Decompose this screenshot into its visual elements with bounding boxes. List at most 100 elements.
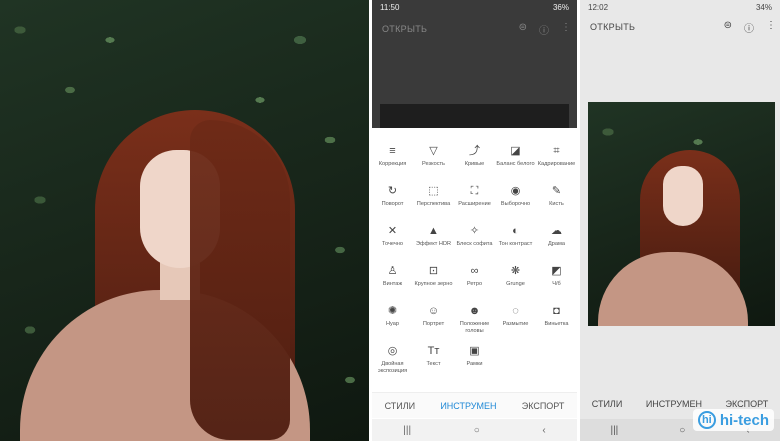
tab-export[interactable]: ЭКСПОРТ (726, 399, 769, 409)
system-nav-bar: ||| ○ ‹ (372, 419, 577, 441)
tools-grid: ≡ Коррекция ▽ Резкость ⤴ Кривые ◪ Баланс белого… (372, 128, 577, 384)
status-time: 11:50 (380, 2, 400, 12)
app-header: ОТКРЫТЬ ⊜ ⓘ ⋮ (372, 14, 577, 128)
tool-icon: ▽ (429, 144, 438, 157)
tool-item[interactable]: ⬚ Перспектива (413, 184, 454, 224)
tool-item[interactable]: ◪ Баланс белого (495, 144, 536, 184)
preview-photo (588, 102, 775, 326)
tool-icon: ◉ (510, 184, 521, 197)
tool-icon: ◎ (387, 344, 398, 357)
tool-item[interactable]: ✺ Нуар (372, 304, 413, 344)
status-bar: 11:50 36% (372, 0, 577, 14)
tool-item[interactable]: ☺ Портрет (413, 304, 454, 344)
info-icon[interactable]: ⓘ (539, 22, 549, 37)
recent-apps-icon[interactable]: ||| (610, 425, 618, 436)
tool-item[interactable]: ⌗ Кадрирование (536, 144, 577, 184)
status-battery: 36% (552, 2, 569, 12)
hair-front (190, 120, 290, 440)
tool-label: Ретро (466, 281, 483, 287)
tool-label: Виньетка (544, 321, 569, 327)
status-time-right: 12:02 (588, 2, 609, 12)
tool-icon: ▣ (469, 344, 480, 357)
tab-styles[interactable]: СТИЛИ (385, 401, 416, 411)
tool-item[interactable]: ⊡ Крупное зерно (413, 264, 454, 304)
tool-item[interactable]: ▽ Резкость (413, 144, 454, 184)
tool-item[interactable]: ◉ Выборочно (495, 184, 536, 224)
tool-icon: ✧ (469, 224, 480, 237)
image-preview-strip (380, 104, 569, 128)
tool-item[interactable]: ☻ Положение головы (454, 304, 495, 344)
tool-item[interactable]: ◐ Тон контраст (495, 224, 536, 264)
tab-styles[interactable]: СТИЛИ (592, 399, 623, 409)
tab-export[interactable]: ЭКСПОРТ (522, 401, 565, 411)
tool-label: Положение головы (459, 321, 490, 334)
tool-item[interactable]: ▣ Рамки (454, 344, 495, 384)
phone-preview-screen: 12:02 34% ОТКРЫТЬ ⊜ ⓘ ⋮ СТИЛИ ИНСТРУМЕН … (580, 0, 780, 441)
tool-label: Кисть (549, 201, 564, 207)
tool-icon: ◪ (510, 144, 521, 157)
tool-item[interactable]: ⛶ Расширение (454, 184, 495, 224)
bottom-tabs: СТИЛИ ИНСТРУМЕН ЭКСПОРТ (372, 392, 577, 418)
face (663, 166, 703, 226)
tool-item[interactable]: ◩ Ч/б (536, 264, 577, 304)
tool-label: Нуар (386, 321, 399, 327)
tool-icon: ≡ (389, 144, 396, 157)
tool-icon: ☁ (551, 224, 562, 237)
status-battery-right: 34% (755, 2, 772, 12)
tool-icon: ◘ (553, 304, 560, 317)
home-icon[interactable]: ○ (474, 425, 480, 436)
tool-label: Резкость (422, 161, 445, 167)
tool-icon: ◩ (551, 264, 562, 277)
tool-label: Рамки (466, 361, 483, 367)
open-button[interactable]: ОТКРЫТЬ (382, 24, 427, 34)
tool-icon: ↻ (387, 184, 398, 197)
tool-item[interactable]: ✕ Точечно (372, 224, 413, 264)
tool-icon: ❋ (510, 264, 521, 277)
tool-item[interactable]: ✎ Кисть (536, 184, 577, 224)
recent-apps-icon[interactable]: ||| (403, 425, 411, 436)
tool-label: Портрет (422, 321, 445, 327)
tool-item[interactable]: ☁ Драма (536, 224, 577, 264)
open-button-right[interactable]: ОТКРЫТЬ (590, 22, 635, 32)
tab-tools[interactable]: ИНСТРУМЕН (646, 399, 702, 409)
hi-tech-logo-icon: hi (697, 411, 716, 429)
tool-item[interactable]: ⤴ Кривые (454, 144, 495, 184)
tool-item[interactable]: ◎ Двойная экспозиция (372, 344, 413, 384)
tool-icon: ☻ (468, 304, 481, 317)
tool-item[interactable]: ♙ Винтаж (372, 264, 413, 304)
more-icon[interactable]: ⋮ (561, 22, 571, 37)
tool-label: Кривые (464, 161, 485, 167)
phone-tools-screen: 11:50 36% ОТКРЫТЬ ⊜ ⓘ ⋮ ≡ Коррекция ▽ Резко… (372, 0, 577, 441)
tool-label: Перспектива (416, 201, 451, 207)
tool-item[interactable]: ↻ Поворот (372, 184, 413, 224)
tool-item[interactable]: ◌ Размытие (495, 304, 536, 344)
tool-label: Драма (548, 241, 565, 247)
tool-item[interactable]: ✧ Блеск софита (454, 224, 495, 264)
tool-icon: ∞ (470, 264, 479, 277)
tool-item[interactable]: ▲ Эффект HDR (413, 224, 454, 264)
portrait-photo (0, 0, 369, 441)
layers-icon[interactable]: ⊜ (724, 20, 732, 35)
tool-item[interactable]: Tт Текст (413, 344, 454, 384)
more-icon[interactable]: ⋮ (766, 20, 776, 35)
tool-icon: ▲ (428, 224, 439, 237)
tool-icon: ☺ (427, 304, 440, 317)
tab-tools[interactable]: ИНСТРУМЕН (440, 401, 496, 411)
tool-label: Кадрирование (537, 161, 576, 167)
tool-icon: ⬚ (428, 184, 439, 197)
tool-label: Текст (426, 361, 441, 367)
tool-icon: Tт (427, 344, 440, 357)
tool-label: Размытие (502, 321, 529, 327)
tool-label: Тон контраст (498, 241, 533, 247)
info-icon[interactable]: ⓘ (744, 20, 754, 35)
back-icon[interactable]: ‹ (542, 425, 545, 436)
home-icon[interactable]: ○ (679, 425, 685, 436)
tool-item[interactable]: ∞ Ретро (454, 264, 495, 304)
tool-item[interactable]: ◘ Виньетка (536, 304, 577, 344)
tool-label: Поворот (381, 201, 404, 207)
tool-item[interactable]: ≡ Коррекция (372, 144, 413, 184)
tool-item[interactable]: ❋ Grunge (495, 264, 536, 304)
tool-icon: ◌ (512, 304, 519, 317)
tool-icon: ⊡ (428, 264, 439, 277)
layers-icon[interactable]: ⊜ (519, 22, 527, 37)
